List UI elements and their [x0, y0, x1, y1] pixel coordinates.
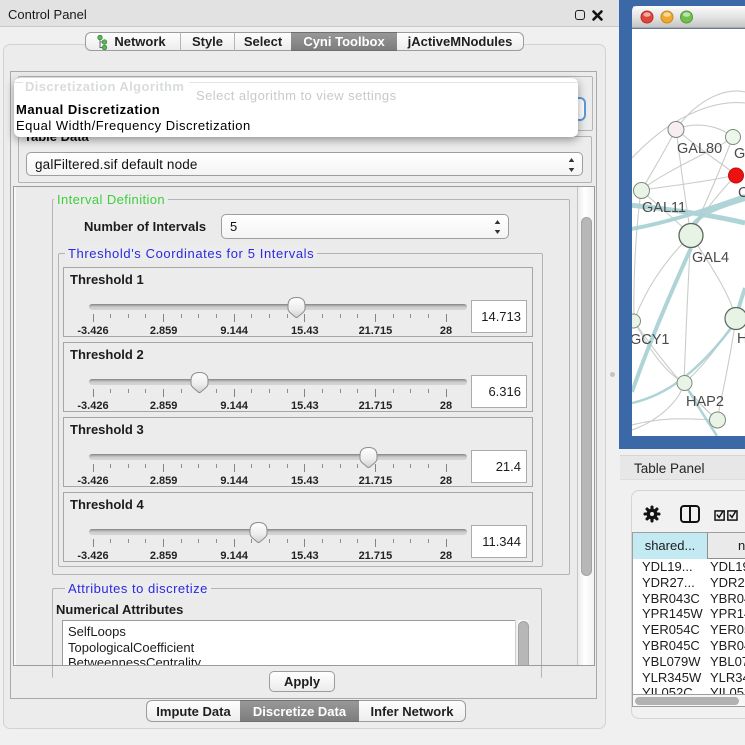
svg-text:CR: CR [738, 185, 745, 201]
svg-text:GA: GA [734, 146, 745, 162]
svg-text:GAL4: GAL4 [692, 250, 729, 266]
svg-text:HAP2: HAP2 [686, 394, 724, 410]
svg-text:HIS: HIS [737, 331, 745, 347]
svg-text:GAL11: GAL11 [642, 200, 686, 216]
svg-text:GCY1: GCY1 [630, 332, 670, 348]
svg-text:GAL80: GAL80 [677, 141, 722, 157]
